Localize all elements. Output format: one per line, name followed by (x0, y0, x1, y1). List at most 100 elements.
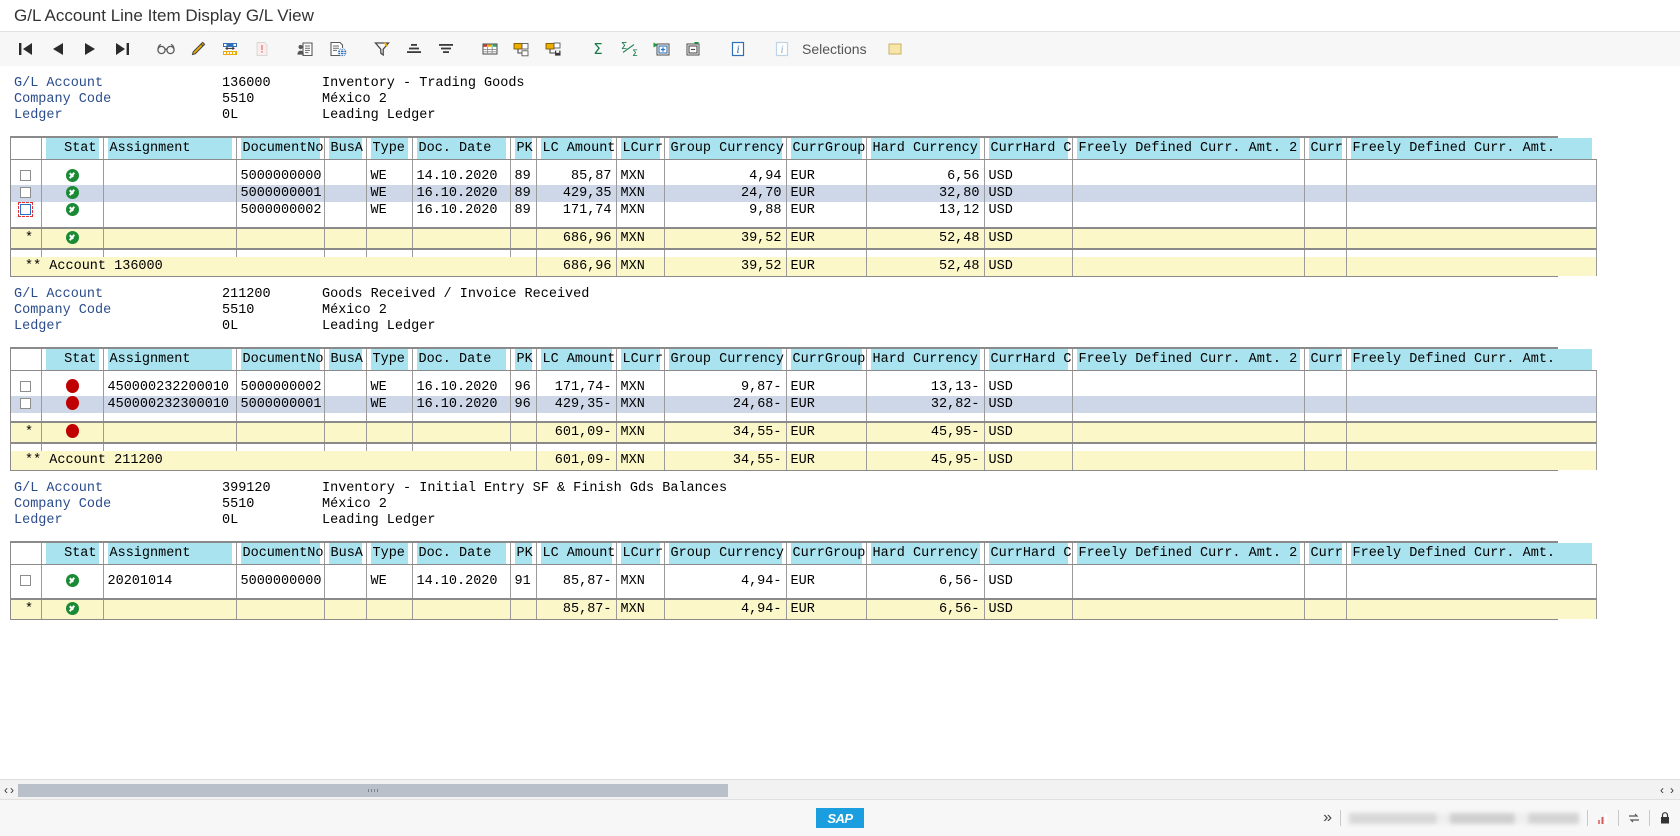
column-header-type[interactable]: Type (366, 349, 413, 371)
column-header-lcurr[interactable]: LCurr (616, 138, 665, 160)
column-header-currgrp[interactable]: CurrGroup (786, 138, 867, 160)
info-grey-icon[interactable]: i (766, 35, 798, 63)
column-header-lcamt[interactable]: LC Amount (536, 349, 617, 371)
master-record-icon[interactable] (290, 35, 322, 63)
column-header-lcurr[interactable]: LCurr (616, 349, 665, 371)
column-header-pk[interactable]: PK (510, 138, 537, 160)
row-select-cell[interactable] (11, 185, 42, 202)
scroll-right-icon[interactable]: › (10, 783, 14, 797)
scrollbar-thumb[interactable] (18, 783, 728, 797)
column-header-grpcur[interactable]: Group Currency (664, 349, 787, 371)
column-header-hardcur[interactable]: Hard Currency (866, 138, 985, 160)
pencil-icon[interactable] (182, 35, 214, 63)
sigma-fraction-icon[interactable]: ΣΣ (614, 35, 646, 63)
column-header-currgrp[interactable]: CurrGroup (786, 349, 867, 371)
column-header-grpcur[interactable]: Group Currency (664, 138, 787, 160)
column-header-stat[interactable]: Stat (41, 349, 104, 371)
sort-descending-icon[interactable] (430, 35, 462, 63)
column-header-assign[interactable]: Assignment (103, 349, 237, 371)
scroll-end-right-icon[interactable]: › (1670, 783, 1674, 797)
filter-icon[interactable] (366, 35, 398, 63)
column-header-busa[interactable]: BusA (324, 349, 367, 371)
column-header-assign[interactable]: Assignment (103, 543, 237, 565)
column-header-curr[interactable]: Curr (1304, 349, 1347, 371)
column-header-currhard[interactable]: CurrHard C (984, 349, 1073, 371)
note-icon[interactable] (879, 35, 911, 63)
info-icon[interactable]: i (722, 35, 754, 63)
row-checkbox[interactable] (20, 169, 32, 181)
column-header-curr[interactable]: Curr (1304, 138, 1347, 160)
column-header-free[interactable]: Freely Defined Curr. Amt. (1346, 138, 1596, 160)
row-checkbox[interactable] (18, 202, 34, 217)
column-header-busa[interactable]: BusA (324, 138, 367, 160)
column-header-free2[interactable]: Freely Defined Curr. Amt. 2 (1072, 543, 1305, 565)
column-header-lcamt[interactable]: LC Amount (536, 543, 617, 565)
column-header-pk[interactable]: PK (510, 349, 537, 371)
table-row[interactable]: 5000000001 WE 16.10.2020 89 429,35 MXN 24,70 EU… (11, 185, 1597, 202)
column-header-hardcur[interactable]: Hard Currency (866, 543, 985, 565)
column-header-type[interactable]: Type (366, 138, 413, 160)
expand-plus-icon[interactable] (646, 35, 678, 63)
row-checkbox[interactable] (20, 574, 32, 586)
document-web-icon[interactable] (322, 35, 354, 63)
row-checkbox[interactable] (20, 380, 32, 392)
table-row[interactable]: 5000000000 WE 14.10.2020 89 85,87 MXN 4,94 EUR 6… (11, 168, 1597, 185)
scroll-left-icon[interactable]: ‹ (4, 783, 8, 797)
horizontal-scrollbar[interactable]: ‹ › ‹ › (0, 779, 1680, 800)
page-red-icon[interactable] (246, 35, 278, 63)
selections-label[interactable]: Selections (802, 41, 867, 57)
column-header-busa[interactable]: BusA (324, 543, 367, 565)
column-header-free[interactable]: Freely Defined Curr. Amt. (1346, 349, 1596, 371)
column-header-date[interactable]: Doc. Date (412, 349, 511, 371)
sigma-icon[interactable]: Σ (582, 35, 614, 63)
column-header-currgrp[interactable]: CurrGroup (786, 543, 867, 565)
column-header-free[interactable]: Freely Defined Curr. Amt. (1346, 543, 1596, 565)
column-header-sel[interactable] (11, 349, 42, 371)
column-header-lcamt[interactable]: LC Amount (536, 138, 617, 160)
column-header-date[interactable]: Doc. Date (412, 138, 511, 160)
first-page-button[interactable] (10, 35, 42, 63)
signal-icon[interactable] (1596, 811, 1610, 825)
column-header-docno[interactable]: DocumentNo (236, 138, 325, 160)
column-header-docno[interactable]: DocumentNo (236, 349, 325, 371)
scroll-left-arrows[interactable]: ‹ › (0, 783, 14, 797)
column-header-assign[interactable]: Assignment (103, 138, 237, 160)
collapse-minus-icon[interactable] (678, 35, 710, 63)
column-header-pk[interactable]: PK (510, 543, 537, 565)
column-header-stat[interactable]: Stat (41, 138, 104, 160)
previous-page-button[interactable] (42, 35, 74, 63)
expand-status-icon[interactable]: » (1323, 809, 1332, 827)
spreadsheet-icon[interactable] (474, 35, 506, 63)
column-header-free2[interactable]: Freely Defined Curr. Amt. 2 (1072, 349, 1305, 371)
column-header-date[interactable]: Doc. Date (412, 543, 511, 565)
column-header-type[interactable]: Type (366, 543, 413, 565)
glasses-icon[interactable] (150, 35, 182, 63)
row-select-cell[interactable] (11, 573, 42, 590)
send-save-icon[interactable] (538, 35, 570, 63)
row-select-cell[interactable] (11, 379, 42, 396)
line-item-grid-2[interactable]: Stat Assignment DocumentNo BusA Type Doc. Dat… (10, 541, 1597, 620)
row-checkbox[interactable] (20, 397, 32, 409)
last-page-button[interactable] (106, 35, 138, 63)
table-row[interactable]: 5000000002 WE 16.10.2020 89 171,74 MXN 9,88 EUR… (11, 202, 1597, 219)
table-row[interactable]: 20201014 5000000000 WE 14.10.2020 91 85,87- MX… (11, 573, 1597, 590)
column-header-grpcur[interactable]: Group Currency (664, 543, 787, 565)
column-header-sel[interactable] (11, 543, 42, 565)
line-item-grid-1[interactable]: Stat Assignment DocumentNo BusA Type Doc. Dat… (10, 347, 1597, 471)
row-select-cell[interactable] (11, 202, 42, 219)
column-header-stat[interactable]: Stat (41, 543, 104, 565)
sort-ascending-icon[interactable] (398, 35, 430, 63)
column-header-currhard[interactable]: CurrHard C (984, 138, 1073, 160)
layout-icon[interactable] (214, 35, 246, 63)
column-header-docno[interactable]: DocumentNo (236, 543, 325, 565)
column-header-sel[interactable] (11, 138, 42, 160)
export-icon[interactable] (506, 35, 538, 63)
line-item-grid-0[interactable]: Stat Assignment DocumentNo BusA Type Doc. Dat… (10, 136, 1597, 277)
scroll-end-left-icon[interactable]: ‹ (1660, 783, 1664, 797)
column-header-currhard[interactable]: CurrHard C (984, 543, 1073, 565)
lock-icon[interactable] (1658, 811, 1672, 825)
report-content[interactable]: G/L Account 136000 Inventory - Trading Goo… (0, 66, 1680, 774)
column-header-lcurr[interactable]: LCurr (616, 543, 665, 565)
scrollbar-track[interactable] (18, 783, 1656, 797)
column-header-curr[interactable]: Curr (1304, 543, 1347, 565)
